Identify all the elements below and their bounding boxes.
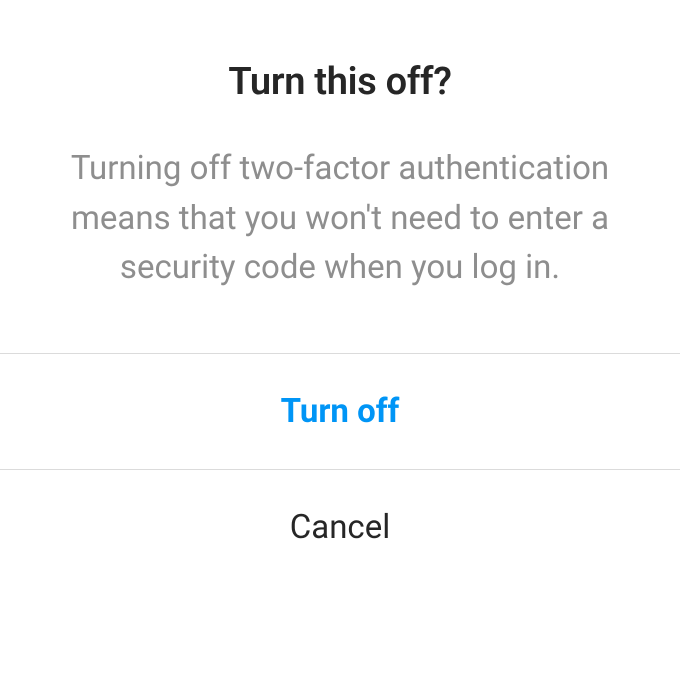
dialog-title: Turn this off? [40,60,640,104]
turn-off-button[interactable]: Turn off [0,354,680,469]
cancel-button[interactable]: Cancel [0,470,680,585]
dialog-body-text: Turning off two-factor authentication me… [40,144,640,293]
dialog-content: Turn this off? Turning off two-factor au… [0,0,680,353]
confirmation-dialog: Turn this off? Turning off two-factor au… [0,0,680,694]
